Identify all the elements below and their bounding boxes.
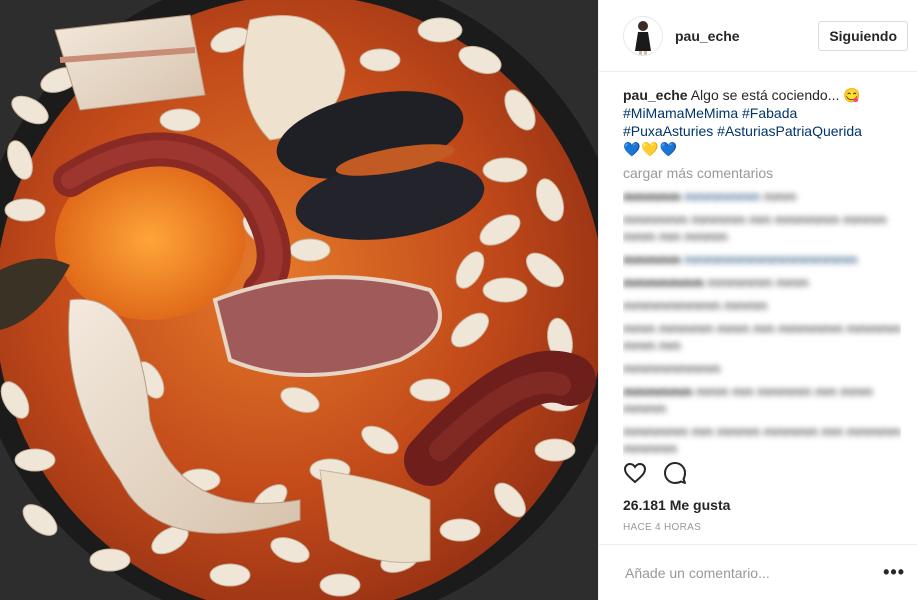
post-sidebar: pau_eche Siguiendo pau_eche Algo se está… [598,0,917,600]
post-caption: pau_eche Algo se está cociendo... 😋 #MiM… [623,86,901,158]
post-photo[interactable] [0,0,598,600]
fabada-photo-image [0,0,598,600]
caption-text: Algo se está cociendo... 😋 [690,87,861,103]
blurred-comment-line: mmmmm mmmmmmm mmm [623,189,797,204]
add-comment-input[interactable] [623,563,884,582]
comment-bubble-icon[interactable] [663,461,687,485]
blurred-comments: mmmmm mmmmmmm mmm mmmmmm mmmmm mm mmmmmm… [623,188,901,457]
likes-count[interactable]: 26.181 Me gusta [623,497,730,513]
avatar[interactable] [623,15,663,56]
blurred-comment-line: mmmmm mmmmmmmmmmmmmmmm [623,252,858,267]
blurred-comment-line: mmmmmmmmm mmmm [623,298,768,313]
post-timestamp[interactable]: HACE 4 HORAS [623,522,701,533]
add-comment-bar: ••• [599,544,917,600]
caption-hashtags-line-1[interactable]: #MiMamaMeMima #Fabada [623,105,797,121]
avatar-image [624,16,662,55]
comments-section: pau_eche Algo se está cociendo... 😋 #MiM… [623,86,901,458]
more-options-icon[interactable]: ••• [883,562,905,583]
caption-username[interactable]: pau_eche [623,87,688,103]
caption-heart-emojis: 💙💛💙 [623,141,679,157]
load-more-comments-link[interactable]: cargar más comentarios [623,164,901,182]
blurred-comment-line: mmmmmm mmmmm mm mmmmmm mmmm mmm mm mmmm [623,212,887,244]
post-actions [623,461,687,485]
blurred-comment-line: mmmmmm mm mmmm mmmmm mm mmmmm mmmmm [623,424,901,456]
post-header: pau_eche Siguiendo [599,0,917,72]
post-username[interactable]: pau_eche [675,28,818,44]
blurred-comment-line: mmmmmm mmm mm mmmmm mm mmm mmmm [623,384,873,416]
caption-hashtags-line-2[interactable]: #PuxaAsturies #AsturiasPatriaQuerida [623,123,862,139]
following-button[interactable]: Siguiendo [818,20,908,51]
heart-icon[interactable] [623,461,647,485]
blurred-comment-line: mmm mmmmm mmm mm mmmmmm mmmmm mmm mm [623,321,901,353]
blurred-comment-line: mmmmmmm mmmmmm mmm [623,275,809,290]
blurred-comment-line: mmmmmmmmm [623,361,721,376]
